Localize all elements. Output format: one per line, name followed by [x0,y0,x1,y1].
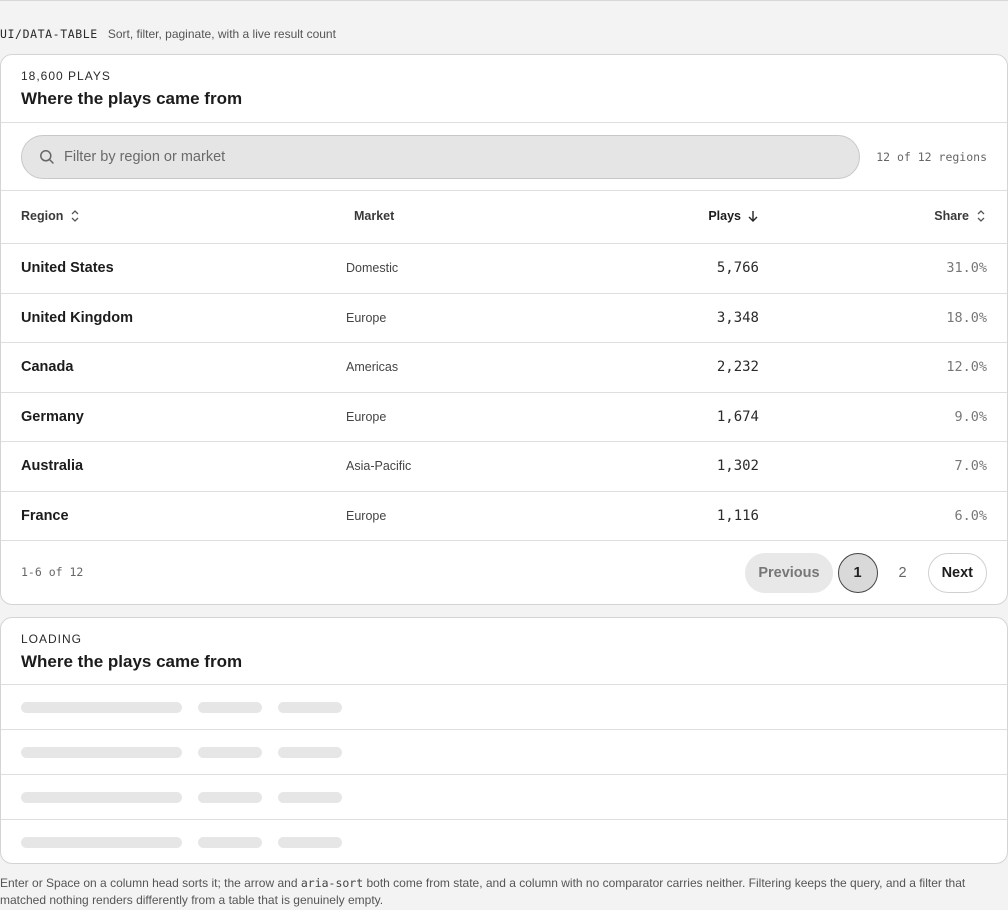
skeleton-bar [198,702,262,713]
skeleton-bar [198,747,262,758]
card-title: Where the plays came from [21,89,243,108]
sort-unsorted-icon [975,209,987,223]
sort-unsorted-icon [69,209,81,223]
table-body: United States Domestic 5,766 31.0% Unite… [1,244,1007,541]
cell-plays: 5,766 [716,260,759,277]
loading-table-card: LOADING Where the plays came from [0,617,1008,864]
skeleton-bar [278,747,342,758]
skeleton-bar [21,792,182,803]
result-count: 12 of 12 regions [876,150,987,164]
footnote-code: aria-sort [300,876,364,890]
cell-share: 9.0% [954,408,987,425]
cell-plays: 2,232 [716,359,759,376]
cell-market: Americas [346,360,399,375]
cell-share: 18.0% [946,309,987,326]
cell-plays: 3,348 [716,309,759,326]
search-icon [39,149,55,165]
table-row: France Europe 1,116 6.0% [1,492,1007,541]
cell-market: Asia-Pacific [346,459,412,474]
skeleton-row [1,820,1007,863]
top-divider [0,0,1008,1]
card-eyebrow: 18,600 PLAYS [21,69,111,83]
sort-arrow-down-icon [747,209,759,223]
cell-region: France [21,507,69,524]
cell-plays: 1,116 [716,507,759,524]
card-header: 18,600 PLAYS Where the plays came from [1,55,1007,123]
skeleton-bar [21,747,182,758]
cell-market: Domestic [346,261,399,276]
card-header: LOADING Where the plays came from [1,618,1007,685]
cell-plays: 1,302 [716,458,759,475]
component-description: Sort, filter, paginate, with a live resu… [107,27,336,41]
skeleton-bar [278,702,342,713]
cell-share: 12.0% [946,359,987,376]
table-row: United States Domestic 5,766 31.0% [1,244,1007,294]
column-header-market: Market [354,209,394,223]
page-1-button[interactable]: 1 [837,553,878,593]
skeleton-bar [21,837,182,848]
cell-region: Germany [21,408,84,425]
data-table-card: 18,600 PLAYS Where the plays came from 1… [0,54,1008,605]
column-header-plays[interactable]: Plays [708,209,759,223]
footnote-text: Enter or Space on a column head sorts it… [0,876,301,890]
column-label-plays: Plays [708,209,741,223]
cell-share: 7.0% [954,458,987,475]
search-input[interactable] [64,149,824,165]
column-header-share[interactable]: Share [934,209,987,223]
pagination-controls: Previous 1 2 Next [745,553,987,593]
column-label-region: Region [21,209,64,223]
skeleton-bar [198,792,262,803]
pagination-bar: 1-6 of 12 Previous 1 2 Next [1,541,1007,604]
cell-market: Europe [346,310,387,325]
footnote: Enter or Space on a column head sorts it… [0,875,1008,909]
search-field[interactable] [21,135,860,179]
table-row: Canada Americas 2,232 12.0% [1,343,1007,393]
card-title: Where the plays came from [21,652,243,671]
skeleton-bar [21,702,182,713]
column-label-share: Share [934,209,969,223]
column-label-market: Market [354,209,395,223]
skeleton-row [1,730,1007,775]
table-row: United Kingdom Europe 3,348 18.0% [1,294,1007,343]
table-row: Australia Asia-Pacific 1,302 7.0% [1,442,1007,492]
component-code: UI/DATA-TABLE [0,27,98,41]
cell-plays: 1,674 [716,408,759,425]
skeleton-body [1,685,1007,863]
component-caption: UI/DATA-TABLE Sort, filter, paginate, wi… [0,26,336,42]
cell-region: United Kingdom [21,309,133,326]
cell-region: Australia [21,458,84,475]
card-eyebrow: LOADING [21,632,83,646]
next-page-button[interactable]: Next [927,553,987,593]
cell-region: Canada [21,359,74,376]
skeleton-row [1,685,1007,730]
skeleton-bar [278,792,342,803]
skeleton-bar [198,837,262,848]
table-toolbar: 12 of 12 regions [1,123,1007,191]
column-header-region[interactable]: Region [21,209,81,223]
cell-share: 31.0% [946,260,987,277]
cell-market: Europe [346,508,387,523]
cell-region: United States [21,260,114,277]
table-header: Region Market Plays Share [1,191,1007,244]
cell-market: Europe [346,409,387,424]
table-row: Germany Europe 1,674 9.0% [1,393,1007,442]
skeleton-bar [278,837,342,848]
skeleton-row [1,775,1007,820]
previous-page-button[interactable]: Previous [745,553,833,593]
page-2-button[interactable]: 2 [883,553,923,593]
pagination-range: 1-6 of 12 [21,565,84,579]
cell-share: 6.0% [954,507,987,524]
